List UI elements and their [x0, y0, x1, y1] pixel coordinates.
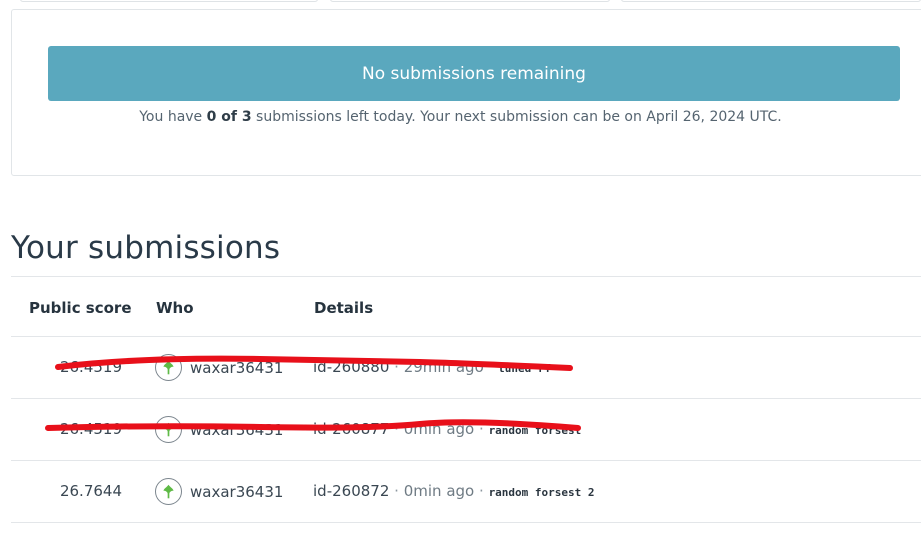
header-public-score[interactable]: Public score [29, 299, 132, 317]
submission-time: 0min ago [403, 420, 475, 438]
public-score: 26.7644 [59, 482, 122, 500]
table-row[interactable]: 26.4519 waxar36431 id-260877 · 0min ago · … [11, 399, 921, 461]
note-prefix: You have [139, 109, 207, 125]
submitter-name[interactable]: waxar36431 [190, 483, 283, 501]
submission-limit-note: You have 0 of 3 submissions left today. … [0, 109, 921, 125]
submission-description: random forsest [488, 424, 582, 437]
submission-details: id-260877 · 0min ago · random forsest [313, 420, 581, 438]
submission-description: tuned rf [498, 362, 552, 375]
submitter[interactable]: waxar36431 [155, 416, 283, 443]
public-score: 26.4519 [59, 420, 122, 438]
submission-id[interactable]: id-260872 [313, 482, 389, 500]
submission-details: id-260872 · 0min ago · random forsest 2 [313, 482, 595, 500]
top-tab-1[interactable] [20, 0, 318, 2]
submission-id[interactable]: id-260877 [313, 420, 389, 438]
header-who[interactable]: Who [156, 299, 194, 317]
public-score: 26.4519 [59, 358, 122, 376]
submission-status-card: No submissions remaining [11, 9, 921, 176]
submitter[interactable]: waxar36431 [155, 478, 283, 505]
submission-details: id-260880 · 29min ago · tuned rf [313, 358, 551, 376]
table-row[interactable]: 26.7644 waxar36431 id-260872 · 0min ago · … [11, 461, 921, 523]
note-count: 0 of 3 [206, 109, 252, 125]
header-details[interactable]: Details [314, 299, 373, 317]
submission-id[interactable]: id-260880 [313, 358, 389, 376]
top-tab-2[interactable] [330, 0, 610, 2]
submitter-name[interactable]: waxar36431 [190, 421, 283, 439]
submissions-table: Public score Who Details 26.4519 waxar364… [11, 276, 921, 523]
submitter-name[interactable]: waxar36431 [190, 359, 283, 377]
separator: · [479, 420, 484, 438]
no-submissions-button[interactable]: No submissions remaining [48, 46, 900, 101]
leaf-avatar-icon[interactable] [155, 416, 182, 443]
separator: · [394, 420, 399, 438]
submitter[interactable]: waxar36431 [155, 354, 283, 381]
submission-time: 0min ago [403, 482, 475, 500]
table-header: Public score Who Details [11, 276, 921, 337]
table-row[interactable]: 26.4519 waxar36431 id-260880 · 29min ago ·… [11, 337, 921, 399]
separator: · [394, 482, 399, 500]
no-submissions-label: No submissions remaining [362, 63, 586, 84]
leaf-avatar-icon[interactable] [155, 478, 182, 505]
section-title: Your submissions [11, 230, 281, 266]
submission-description: random forsest 2 [488, 486, 595, 499]
submission-time: 29min ago [403, 358, 484, 376]
separator: · [394, 358, 399, 376]
top-tab-strip [0, 0, 921, 6]
note-suffix: submissions left today. Your next submis… [251, 109, 782, 125]
separator: · [479, 482, 484, 500]
separator: · [488, 358, 494, 376]
top-tab-3[interactable] [621, 0, 921, 2]
leaf-avatar-icon[interactable] [155, 354, 182, 381]
